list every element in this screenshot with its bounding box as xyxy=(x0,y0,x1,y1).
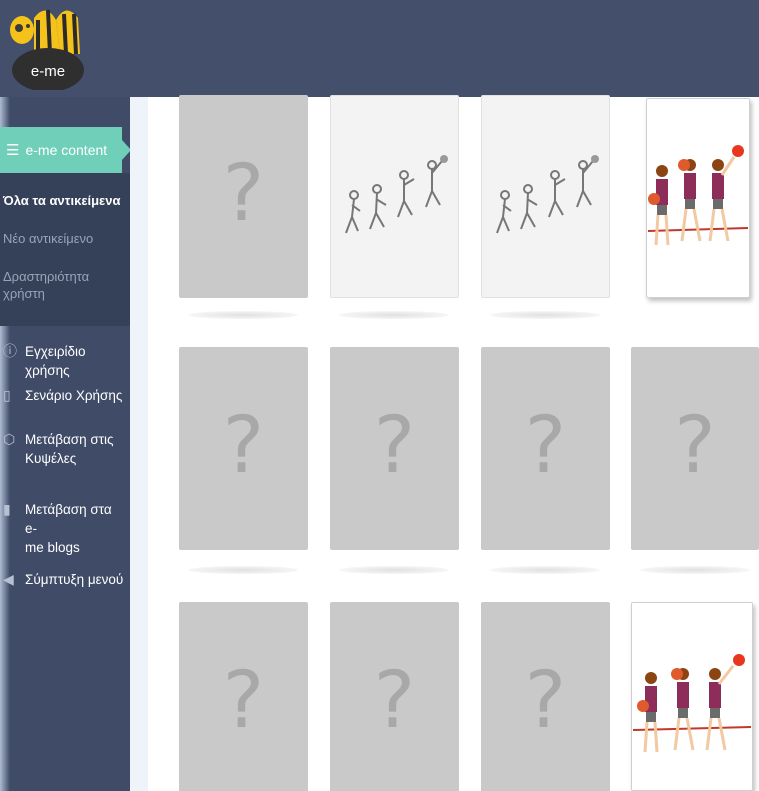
list-icon: ☰ xyxy=(6,142,20,159)
sidebar-item-label: Μετάβαση στις xyxy=(25,432,114,447)
sidebar-item-label: me blogs xyxy=(25,540,80,555)
basketball-color-image xyxy=(648,145,748,246)
basketball-sketch-image xyxy=(345,154,448,233)
card-shadow xyxy=(188,566,298,574)
document-icon: ▯ xyxy=(3,387,11,403)
basketball-color-image xyxy=(633,653,751,752)
memory-card-sketch-image[interactable] xyxy=(330,95,459,298)
sidebar-item-go-to-blogs[interactable]: ▮ Μετάβαση στα e- me blogs xyxy=(0,500,130,557)
memory-card[interactable]: ? xyxy=(481,347,610,550)
memory-card-sketch-image[interactable] xyxy=(481,95,610,298)
card-shadow xyxy=(339,311,449,319)
card-shadow xyxy=(339,566,449,574)
card-shadow xyxy=(490,566,600,574)
memory-card[interactable]: ? xyxy=(179,347,308,550)
submenu-item-new-object[interactable]: Νέο αντικείμενο xyxy=(3,230,93,247)
sidebar-item-label: Σενάριο Χρήσης xyxy=(25,388,123,403)
sidebar-item-e-me-content[interactable]: ☰ e-me content xyxy=(0,127,131,173)
sidebar-submenu: Όλα τα αντικείμενα Νέο αντικείμενο Δραστ… xyxy=(0,173,130,326)
card-shadow xyxy=(188,311,298,319)
sidebar-item-label: Σύμπτυξη μενού xyxy=(25,572,124,587)
sidebar-item-label-wrap: Μετάβαση στα e- me blogs xyxy=(25,500,125,557)
question-mark: ? xyxy=(222,655,265,746)
submenu-item-label: χρήστη xyxy=(3,286,45,301)
question-mark: ? xyxy=(524,400,567,491)
submenu-item-label: Δραστηριότητα xyxy=(3,269,90,284)
submenu-item-all-objects[interactable]: Όλα τα αντικείμενα xyxy=(3,192,120,209)
sidebar-item-usage-scenario[interactable]: ▯ Σενάριο Χρήσης xyxy=(0,386,130,405)
question-mark: ? xyxy=(222,400,265,491)
sidebar-item-label: e-me content xyxy=(25,142,108,158)
question-mark: ? xyxy=(524,655,567,746)
memory-card-color-image[interactable] xyxy=(646,98,750,298)
question-mark: ? xyxy=(373,400,416,491)
question-mark: ? xyxy=(674,400,716,491)
logo-text: e-me xyxy=(31,63,65,80)
basketball-sketch-image xyxy=(496,154,599,233)
question-mark: ? xyxy=(222,148,265,239)
memory-card[interactable]: ? xyxy=(330,347,459,550)
sidebar-item-label-wrap: Μετάβαση στις Κυψέλες xyxy=(25,430,125,468)
sidebar-item-label: Κυψέλες xyxy=(25,451,77,466)
collapse-icon: ◀ xyxy=(3,571,14,587)
memory-card[interactable]: ? xyxy=(179,95,308,298)
memory-card[interactable]: ? xyxy=(179,602,308,791)
sidebar-item-label: Εγχειρίδιο χρήσης xyxy=(25,344,86,378)
sidebar-item-go-to-hives[interactable]: ⬡ Μετάβαση στις Κυψέλες xyxy=(0,430,130,468)
top-header-bar: e-me xyxy=(0,0,759,97)
content-side-strip xyxy=(130,97,148,791)
e-me-logo[interactable]: e-me xyxy=(8,4,88,92)
sidebar-item-user-manual[interactable]: ⓘ Εγχειρίδιο χρήσης xyxy=(0,342,130,380)
memory-card[interactable]: ? xyxy=(631,347,759,550)
question-mark: ? xyxy=(373,655,416,746)
card-shadow xyxy=(490,311,600,319)
app-frame: e-me ☰ e-me content Όλα τα αντικείμενα Ν… xyxy=(0,0,759,791)
submenu-item-user-activity[interactable]: Δραστηριότητα χρήστη xyxy=(3,268,89,302)
sidebar-item-label: Μετάβαση στα e- xyxy=(25,502,112,536)
memory-card-color-image[interactable] xyxy=(631,602,753,791)
blog-icon: ▮ xyxy=(3,501,11,517)
hexagon-icon: ⬡ xyxy=(3,431,16,447)
submenu-item-label: Νέο αντικείμενο xyxy=(3,231,94,246)
help-icon: ⓘ xyxy=(3,343,17,359)
submenu-item-label: Όλα τα αντικείμενα xyxy=(3,193,121,208)
memory-card[interactable]: ? xyxy=(481,602,610,791)
memory-card[interactable]: ? xyxy=(330,602,459,791)
sidebar-item-collapse-menu[interactable]: ◀ Σύμπτυξη μενού xyxy=(0,570,130,589)
card-shadow xyxy=(640,566,750,574)
